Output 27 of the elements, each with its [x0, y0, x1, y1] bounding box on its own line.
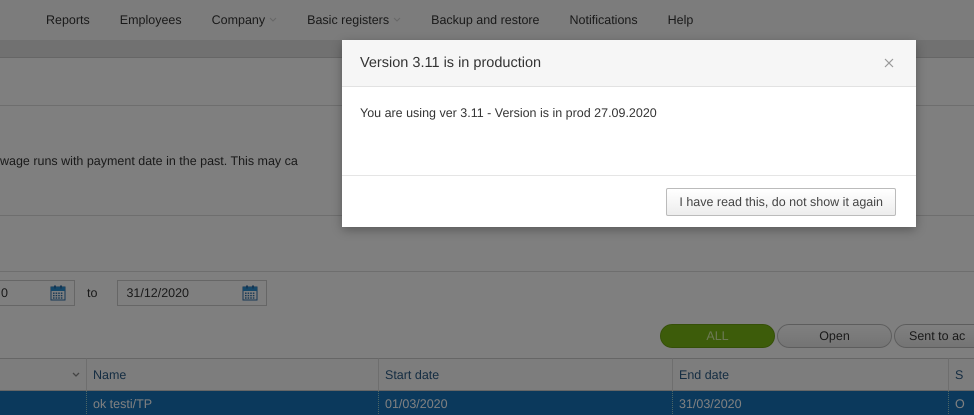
table-cell: O	[948, 391, 974, 415]
table-cell: ok testi/TP	[86, 391, 378, 415]
table-cell: 31/03/2020	[672, 391, 948, 415]
filter-button[interactable]: Open	[777, 324, 892, 348]
table-cell: 01/03/2020	[378, 391, 672, 415]
calendar-icon[interactable]	[242, 285, 258, 301]
warning-text: wage runs with payment date in the past. This may ca	[0, 154, 298, 168]
menu-item[interactable]: Basic registers	[307, 13, 402, 27]
menu-item[interactable]: Company	[212, 13, 278, 27]
dialog-title: Version 3.11 is in production	[360, 55, 542, 71]
column-header[interactable]: Name	[86, 358, 378, 391]
menu-item[interactable]: Help	[668, 13, 694, 27]
menu-item[interactable]: Reports	[46, 13, 90, 27]
filter-button[interactable]: Sent to ac	[894, 324, 974, 348]
column-header[interactable]: Start date	[378, 358, 672, 391]
dismiss-button[interactable]: I have read this, do not show it again	[666, 188, 896, 216]
calendar-icon[interactable]	[50, 285, 66, 301]
range-label: to	[87, 286, 98, 300]
column-header[interactable]: S	[948, 358, 974, 391]
column-header[interactable]: End date	[672, 358, 948, 391]
date-field[interactable]: 31/12/2020	[117, 280, 268, 306]
sort-icon[interactable]	[72, 372, 80, 378]
menu-item[interactable]: Notifications	[570, 13, 638, 27]
date-field[interactable]: 0	[0, 280, 75, 306]
dialog-message: You are using ver 3.11 - Version is in prod 27.09.2020	[360, 106, 657, 120]
menu-item[interactable]: Backup and restore	[431, 13, 540, 27]
menu-item[interactable]: Employees	[120, 13, 182, 27]
